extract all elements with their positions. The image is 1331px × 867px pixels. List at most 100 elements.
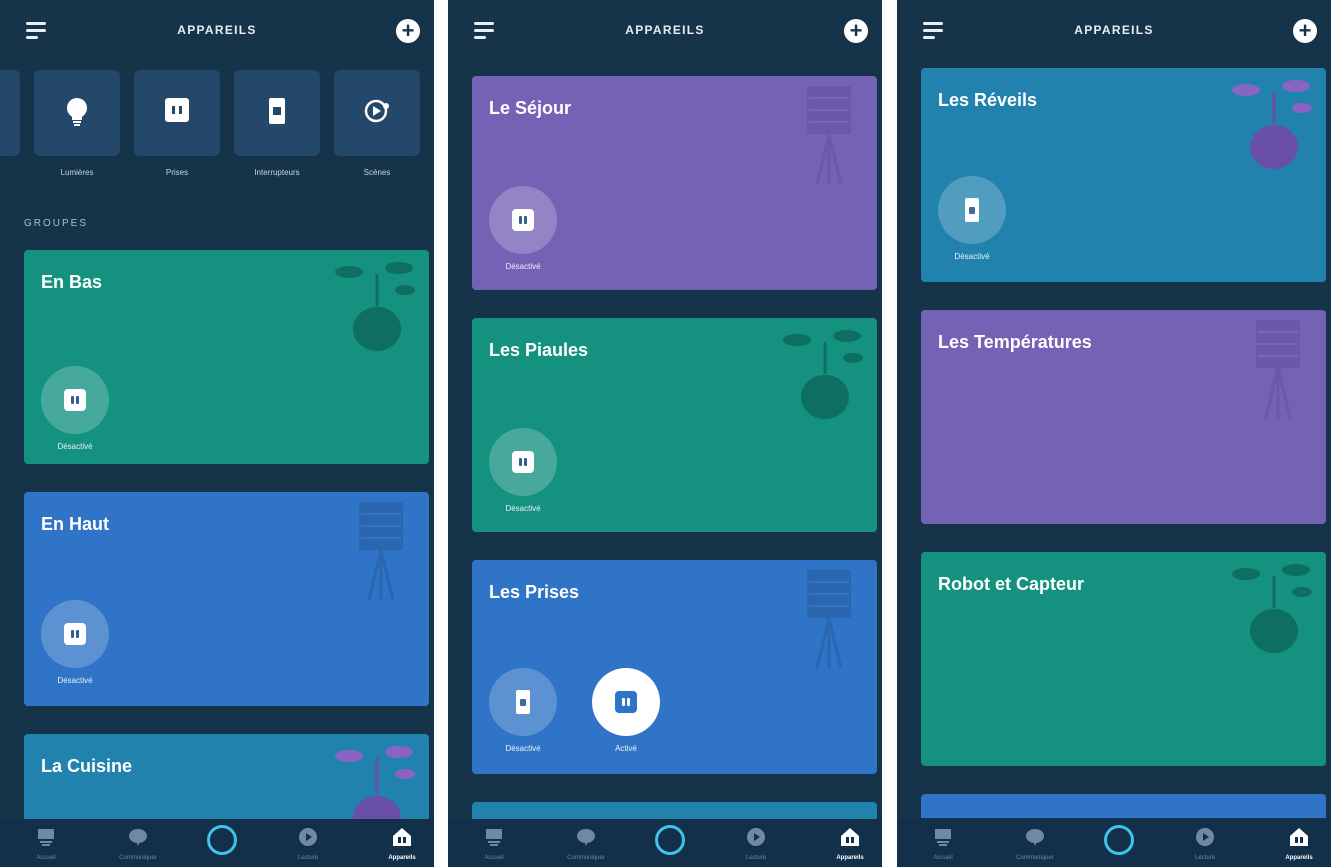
category-switches[interactable] (234, 70, 320, 156)
group-title: Le Séjour (489, 98, 572, 118)
alexa-ring-icon[interactable] (207, 825, 237, 855)
nav-label: Appareils (836, 855, 864, 861)
page-title: APPAREILS (177, 23, 257, 37)
chat-bubble-icon (129, 829, 147, 846)
group-title: En Haut (41, 514, 110, 534)
category-label: To (410, 168, 434, 177)
category-partial-left[interactable] (0, 70, 20, 156)
device-plug[interactable]: Désactivé (40, 600, 110, 685)
category-lights[interactable] (34, 70, 120, 156)
device-switch[interactable]: Désactivé (937, 176, 1007, 261)
nav-devices[interactable]: Appareils (372, 827, 432, 861)
nav-home[interactable]: Accueil (16, 827, 76, 861)
screen-devices-2: APPAREILS + Le Séjour Désactivé Les Piau… (448, 0, 882, 867)
group-card-les-temperatures[interactable]: Les Températures (921, 310, 1326, 524)
devices-house-icon (393, 828, 411, 846)
light-bulb-icon (34, 98, 120, 133)
nav-label: Appareils (388, 855, 416, 861)
add-device-button[interactable]: + (844, 19, 868, 43)
group-card-en-bas[interactable]: En Bas Désactivé (24, 250, 429, 464)
group-title: Les Piaules (489, 340, 589, 360)
nav-communicate[interactable]: Communiquer (556, 827, 616, 861)
device-toggle[interactable] (592, 668, 660, 736)
page-title: APPAREILS (625, 23, 705, 37)
nav-label: Lecture (745, 855, 766, 861)
switch-icon (234, 98, 320, 129)
home-list-icon (486, 829, 502, 846)
group-card-robot-et-capteur[interactable]: Robot et Capteur (921, 552, 1326, 766)
device-toggle[interactable] (41, 366, 109, 434)
device-toggle[interactable] (489, 428, 557, 496)
top-bar: APPAREILS + (897, 0, 1331, 64)
plug-icon (134, 98, 220, 127)
bottom-navigation: Accueil Communiquer Lecture Appareils (897, 819, 1331, 867)
add-device-button[interactable]: + (396, 19, 420, 43)
top-bar: APPAREILS + (448, 0, 882, 64)
group-title: Les Réveils (938, 90, 1038, 110)
device-toggle[interactable] (938, 176, 1006, 244)
group-title: Les Températures (938, 332, 1092, 352)
device-plug-active[interactable]: Activé (591, 668, 661, 753)
group-card-les-piaules[interactable]: Les Piaules Désactivé (472, 318, 877, 532)
device-toggle[interactable] (489, 668, 557, 736)
screen-devices-3: APPAREILS + Les Réveils Désactivé Les Te… (897, 0, 1331, 867)
nav-play[interactable]: Lecture (726, 827, 786, 861)
device-status: Désactivé (57, 442, 93, 451)
plant-vase-icon (1232, 564, 1312, 653)
category-plugs[interactable] (134, 70, 220, 156)
nav-devices[interactable]: Appareils (820, 827, 880, 861)
category-scenes[interactable] (334, 70, 420, 156)
plug-icon (64, 623, 86, 645)
device-status: Désactivé (505, 504, 541, 513)
add-device-button[interactable]: + (1293, 19, 1317, 43)
device-toggle[interactable] (41, 600, 109, 668)
page-title: APPAREILS (1074, 23, 1154, 37)
device-status: Désactivé (505, 744, 541, 753)
group-card-le-sejour[interactable]: Le Séjour Désactivé (472, 76, 877, 290)
device-plug[interactable]: Désactivé (488, 186, 558, 271)
device-plug[interactable]: Désactivé (40, 366, 110, 451)
nav-play[interactable]: Lecture (278, 827, 338, 861)
nav-label: Accueil (484, 855, 504, 861)
plant-vase-icon (783, 330, 863, 419)
nav-label: Accueil (933, 855, 953, 861)
bottom-navigation: Accueil Communiquer Lecture Appareils (448, 819, 882, 867)
group-card-en-haut[interactable]: En Haut Désactivé (24, 492, 429, 706)
chat-bubble-icon (577, 829, 595, 846)
lamp-icon (807, 86, 851, 185)
nav-home[interactable]: Accueil (464, 827, 524, 861)
group-card-les-prises[interactable]: Les Prises Désactivé Activé (472, 560, 877, 774)
alexa-ring-icon[interactable] (655, 825, 685, 855)
nav-label: Lecture (297, 855, 318, 861)
nav-communicate[interactable]: Communiquer (108, 827, 168, 861)
device-status: Désactivé (505, 262, 541, 271)
devices-house-icon (1290, 828, 1308, 846)
device-status: Activé (615, 744, 637, 753)
group-card-les-reveils[interactable]: Les Réveils Désactivé (921, 68, 1326, 282)
nav-label: Communiquer (1016, 855, 1054, 861)
category-label-plugs: Prises (165, 168, 189, 177)
lamp-icon (359, 502, 403, 601)
nav-label: Appareils (1285, 855, 1313, 861)
device-toggle[interactable] (489, 186, 557, 254)
nav-label: Lecture (1194, 855, 1215, 861)
category-row: a Lumières Prises Interrupteurs Scènes (0, 70, 434, 190)
play-icon (1196, 828, 1214, 846)
play-icon (299, 828, 317, 846)
chat-bubble-icon (1026, 829, 1044, 846)
switch-icon (516, 690, 530, 714)
alexa-ring-icon[interactable] (1104, 825, 1134, 855)
nav-play[interactable]: Lecture (1175, 827, 1235, 861)
nav-label: Communiquer (119, 855, 157, 861)
switch-icon (965, 198, 979, 222)
group-card-partial[interactable] (921, 794, 1326, 818)
nav-devices[interactable]: Appareils (1269, 827, 1329, 861)
group-title: Robot et Capteur (938, 574, 1084, 594)
nav-communicate[interactable]: Communiquer (1005, 827, 1065, 861)
bottom-navigation: Accueil Communiquer Lecture Appareils (0, 819, 434, 867)
nav-label: Communiquer (567, 855, 605, 861)
device-plug[interactable]: Désactivé (488, 428, 558, 513)
play-scene-icon (334, 98, 420, 129)
device-switch[interactable]: Désactivé (488, 668, 558, 753)
nav-home[interactable]: Accueil (913, 827, 973, 861)
